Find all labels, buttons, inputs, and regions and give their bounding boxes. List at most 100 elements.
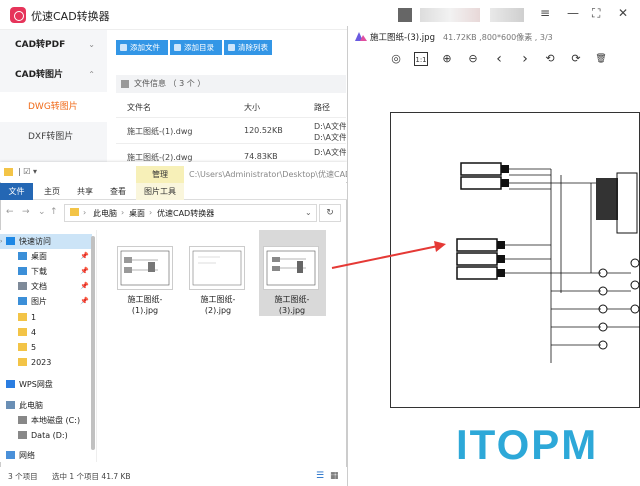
breadcrumb-separator: ›: [121, 208, 125, 217]
viewer-title: 施工图纸-(3).jpg: [370, 33, 435, 43]
nav-item[interactable]: 文档 📌: [0, 279, 92, 294]
nav-folder-icon: [18, 297, 27, 305]
file-thumbnail[interactable]: [189, 246, 245, 290]
nav-item[interactable]: 快速访问 ›: [0, 234, 92, 249]
zoom-out-icon[interactable]: ⊖: [466, 52, 480, 66]
tab-view[interactable]: 查看: [110, 183, 126, 200]
nav-item[interactable]: 5: [0, 340, 92, 355]
drawing-thumbnail-icon: [120, 250, 170, 286]
nav-item[interactable]: 网络: [0, 448, 92, 463]
expand-chevron-icon[interactable]: ›: [0, 234, 2, 249]
recent-dropdown-icon[interactable]: ⌄: [38, 207, 46, 217]
nav-item[interactable]: 图片 📌: [0, 294, 92, 309]
file-name-line: (3).jpg: [278, 306, 306, 315]
nav-item-label: 桌面: [31, 252, 47, 261]
nav-folder-icon: [18, 267, 27, 275]
nav-item-label: 此电脑: [19, 401, 43, 410]
tab-file[interactable]: 文件: [0, 183, 33, 200]
nav-item[interactable]: 1: [0, 310, 92, 325]
file-row-path: D:\A文件\1.dwg: [314, 133, 346, 142]
nav-item-label: 网络: [19, 451, 35, 460]
sidebar-item-cad-to-pdf[interactable]: CAD转PDF ⌄: [0, 30, 107, 60]
close-icon[interactable]: ✕: [618, 6, 628, 20]
minimize-icon[interactable]: —: [567, 6, 579, 20]
nav-item[interactable]: Data (D:): [0, 428, 92, 443]
nav-item-label: WPS网盘: [19, 380, 53, 389]
column-header-path: 路径: [314, 103, 330, 112]
nav-folder-icon: [18, 328, 27, 336]
blurred-user-info: [420, 8, 480, 22]
watermark-text: ITOPM: [456, 421, 599, 468]
tab-home[interactable]: 主页: [44, 183, 60, 200]
sidebar-item-label: CAD转图片: [15, 70, 64, 80]
clear-list-button[interactable]: 清除列表: [224, 40, 272, 55]
nav-scrollbar[interactable]: [91, 236, 95, 450]
nav-item-label: 下载: [31, 267, 47, 276]
pin-icon: 📌: [80, 297, 89, 305]
sidebar-item-cad-to-image[interactable]: CAD转图片 ⌃: [0, 60, 107, 90]
file-thumbnail[interactable]: [117, 246, 173, 290]
add-file-button[interactable]: 添加文件: [116, 40, 168, 55]
nav-folder-icon: [18, 358, 27, 366]
pin-icon: 📌: [80, 282, 89, 290]
chevron-up-icon: ⌃: [88, 70, 95, 79]
file-row-name[interactable]: 施工图纸-(1).dwg: [127, 126, 192, 137]
thumbnail-view-icon[interactable]: ▦: [330, 467, 339, 486]
nav-item-label: 图片: [31, 297, 47, 306]
nav-item[interactable]: 桌面 📌: [0, 249, 92, 264]
sidebar-item-dwg-to-image[interactable]: DWG转图片: [0, 92, 107, 122]
nav-item[interactable]: 4: [0, 325, 92, 340]
avatar-icon[interactable]: [398, 8, 412, 22]
rotate-left-icon[interactable]: ⟲: [543, 52, 557, 66]
nav-item-label: 2023: [31, 358, 52, 367]
nav-folder-icon: [18, 416, 27, 424]
nav-item[interactable]: 此电脑: [0, 398, 92, 413]
sidebar-item-dxf-to-image[interactable]: DXF转图片: [0, 122, 107, 152]
quick-access-toolbar-icon[interactable]: | ☑ ▾: [18, 167, 37, 176]
column-header-name: 文件名: [127, 103, 151, 112]
menu-icon[interactable]: ≡: [540, 6, 550, 20]
add-folder-button[interactable]: 添加目录: [170, 40, 222, 55]
details-view-icon[interactable]: ☰: [316, 467, 324, 486]
file-thumbnail[interactable]: [263, 246, 319, 290]
breadcrumb-folder[interactable]: 优速CAD转换器: [157, 208, 214, 219]
file-name-label[interactable]: 施工图纸- (1).jpg: [111, 294, 179, 316]
breadcrumb-separator: ›: [83, 208, 87, 217]
mouse-icon[interactable]: ◎: [389, 52, 403, 66]
back-arrow-icon[interactable]: ←: [6, 207, 14, 217]
breadcrumb-this-pc[interactable]: 此电脑: [93, 208, 117, 219]
nav-item-label: 1: [31, 313, 37, 322]
forward-arrow-icon[interactable]: →: [22, 207, 30, 217]
item-count: 3 个项目: [8, 472, 38, 481]
nav-item-label: 5: [31, 343, 37, 352]
viewer-image-meta: 41.72KB ,800*600像素 , 3/3: [443, 33, 553, 42]
breadcrumb-desktop[interactable]: 桌面: [129, 208, 145, 219]
file-name-label[interactable]: 施工图纸- (3).jpg: [258, 294, 326, 316]
zoom-in-icon[interactable]: ⊕: [440, 52, 454, 66]
rotate-right-icon[interactable]: ⟳: [569, 52, 583, 66]
tab-share[interactable]: 共享: [77, 183, 93, 200]
tab-manage[interactable]: 管理: [136, 166, 184, 183]
pin-icon: 📌: [80, 267, 89, 275]
annotation-arrow-icon: [331, 241, 446, 269]
delete-icon[interactable]: 🗑: [594, 52, 608, 66]
previous-image-icon[interactable]: ‹: [492, 52, 506, 66]
nav-item[interactable]: 下载 📌: [0, 264, 92, 279]
file-name-label[interactable]: 施工图纸- (2).jpg: [184, 294, 252, 316]
next-image-icon[interactable]: ›: [518, 52, 532, 66]
maximize-icon[interactable]: ⛶: [592, 6, 600, 21]
refresh-button[interactable]: ↻: [319, 204, 341, 222]
file-row-size: 120.52KB: [244, 126, 283, 135]
nav-item[interactable]: WPS网盘: [0, 377, 92, 392]
nav-item[interactable]: 2023: [0, 355, 92, 370]
tab-picture-tools[interactable]: 图片工具: [136, 183, 184, 200]
chevron-down-icon: ⌄: [88, 40, 95, 49]
actual-size-icon[interactable]: 1:1: [414, 52, 428, 66]
address-dropdown-icon[interactable]: ⌄: [305, 208, 312, 217]
nav-folder-icon: [6, 237, 15, 245]
folder-icon: [70, 208, 79, 216]
nav-item[interactable]: 本地磁盘 (C:): [0, 413, 92, 428]
up-arrow-icon[interactable]: ↑: [50, 207, 58, 217]
nav-folder-icon: [18, 282, 27, 290]
nav-item-label: Data (D:): [31, 431, 68, 440]
